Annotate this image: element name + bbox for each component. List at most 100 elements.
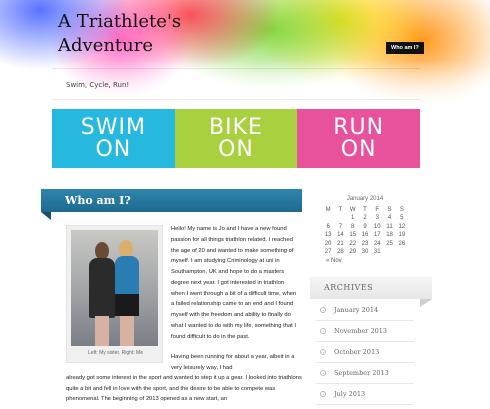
calendar-week-row: 6 7 8 9 10 11 12 [322, 223, 408, 232]
calendar-day: 2 [363, 215, 367, 222]
weekday-header: T [363, 206, 367, 213]
post-title[interactable]: Who am I? [41, 189, 302, 212]
calendar-day: 30 [361, 249, 369, 256]
calendar-day: 11 [386, 223, 393, 230]
site-title-line1[interactable]: A Triathlete's [58, 10, 258, 34]
bullet-circle-icon [320, 328, 326, 334]
calendar-day: 23 [361, 240, 369, 247]
calendar-day: 10 [373, 223, 381, 230]
calendar-day: 26 [398, 240, 406, 247]
site-tagline: Swim, Cycle, Run! [66, 81, 130, 89]
post-paragraph-1: Hello! My name is Jo and I have a new fo… [171, 226, 297, 340]
calendar-day: 28 [337, 249, 344, 256]
calendar-day: 31 [373, 249, 381, 256]
calendar-day: 18 [386, 232, 393, 239]
calendar-day: 19 [398, 232, 406, 239]
calendar-day: 4 [387, 215, 392, 222]
archives-list: January 2014 November 2013 October 2013 … [316, 300, 414, 405]
photo-person-left-dress [89, 258, 115, 318]
banner-run-line2: ON [340, 136, 377, 162]
weekday-header: W [349, 206, 356, 213]
photo-person-right-legs [120, 316, 134, 346]
bullet-circle-icon [320, 349, 326, 355]
calendar-day: 9 [363, 223, 367, 230]
calendar-day: 22 [349, 240, 357, 247]
weekday-header: T [338, 206, 343, 213]
archive-link-november-2013[interactable]: November 2013 [316, 321, 414, 342]
calendar-week-row: 1 2 3 4 5 [322, 214, 408, 223]
banner-run-line1: RUN [333, 114, 385, 140]
calendar-day: 1 [351, 215, 355, 222]
calendar-day: 24 [373, 240, 381, 247]
calendar-day: 20 [324, 240, 332, 247]
banner-bike-line2: ON [218, 136, 254, 162]
photo-person-right-skirt [115, 294, 139, 316]
post-body-column: Hello! My name is Jo and I have a new fo… [171, 224, 299, 384]
tagline-divider-bottom [52, 99, 420, 100]
post-title-ribbon-fold [41, 212, 51, 220]
calendar-day: 17 [373, 232, 381, 239]
calendar-day: 14 [337, 232, 344, 239]
banner-panel-bike: BIKE ON [174, 109, 298, 168]
archive-link-label[interactable]: July 2013 [334, 384, 365, 404]
bullet-circle-icon [320, 391, 326, 397]
banner-panel-swim: SWIM ON [52, 109, 175, 168]
calendar-day: 16 [361, 232, 369, 239]
calendar-prev-month-link[interactable]: « Nov [322, 258, 408, 264]
calendar-widget: January 2014 M T W T F S S 1 2 3 4 5 6 7… [322, 196, 408, 264]
archive-link-october-2013[interactable]: October 2013 [316, 342, 414, 363]
bullet-circle-icon [320, 307, 326, 313]
archive-link-september-2013[interactable]: September 2013 [316, 363, 414, 384]
banner-panel-run: RUN ON [297, 109, 421, 168]
photo-person-left-legs [95, 316, 109, 346]
weekday-header: S [399, 206, 404, 213]
weekday-header: M [325, 206, 331, 213]
archive-link-label[interactable]: September 2013 [334, 363, 389, 383]
weekday-header: S [387, 206, 392, 213]
who-am-i-nav-button[interactable]: Who am I? [386, 42, 424, 54]
post-photo[interactable] [71, 230, 158, 346]
calendar-week-row: 20 21 22 23 24 25 26 [322, 240, 408, 249]
calendar-caption: January 2014 [346, 196, 384, 202]
weekday-header: F [375, 206, 380, 213]
post-paragraph-2-rest: already got some interest in the sport a… [66, 375, 302, 402]
calendar-week-row: 13 14 15 16 17 18 19 [322, 231, 408, 240]
calendar-day [334, 214, 346, 223]
calendar-day [383, 248, 395, 257]
tagline-divider-top [52, 68, 420, 69]
calendar-day [322, 214, 334, 223]
calendar-day: 15 [349, 232, 357, 239]
calendar-day: 13 [324, 232, 332, 239]
archives-heading: ARCHIVES [310, 277, 432, 299]
post-paragraph-2-start: Having been running for about a year, al… [171, 354, 295, 371]
calendar-day: 5 [400, 215, 404, 222]
calendar-table: M T W T F S S 1 2 3 4 5 6 7 8 9 10 11 12… [322, 205, 408, 257]
calendar-day: 25 [386, 240, 393, 247]
banner-swim-line1: SWIM [80, 114, 146, 140]
banner-swim-line2: ON [95, 136, 132, 162]
archive-link-label[interactable]: January 2014 [334, 300, 378, 320]
calendar-day: 12 [398, 223, 406, 230]
site-title[interactable]: A Triathlete's Adventure [58, 10, 258, 58]
calendar-day: 27 [324, 249, 332, 256]
archive-link-january-2014[interactable]: January 2014 [316, 300, 414, 321]
photo-person-right-top [115, 256, 139, 296]
calendar-day: 8 [351, 223, 355, 230]
calendar-day: 7 [338, 223, 343, 230]
photo-caption: Left: My sister. Right: Me [87, 350, 144, 356]
calendar-week-row: 27 28 29 30 31 [322, 248, 408, 257]
calendar-day: 3 [375, 215, 379, 222]
archive-link-label[interactable]: October 2013 [334, 342, 379, 362]
calendar-day: 21 [337, 240, 344, 247]
calendar-day [396, 248, 408, 257]
site-title-line2[interactable]: Adventure [58, 34, 258, 58]
post-photo-frame: Left: My sister. Right: Me [66, 225, 163, 363]
calendar-day: 6 [326, 223, 330, 230]
bullet-circle-icon [320, 370, 326, 376]
archive-link-label[interactable]: November 2013 [334, 321, 387, 341]
archives-ribbon-fold [420, 299, 432, 307]
banner-bike-line1: BIKE [209, 114, 263, 140]
swim-bike-run-banner: SWIM ON BIKE ON RUN ON [52, 109, 421, 168]
archive-link-july-2013[interactable]: July 2013 [316, 384, 414, 405]
calendar-day: 29 [349, 249, 357, 256]
